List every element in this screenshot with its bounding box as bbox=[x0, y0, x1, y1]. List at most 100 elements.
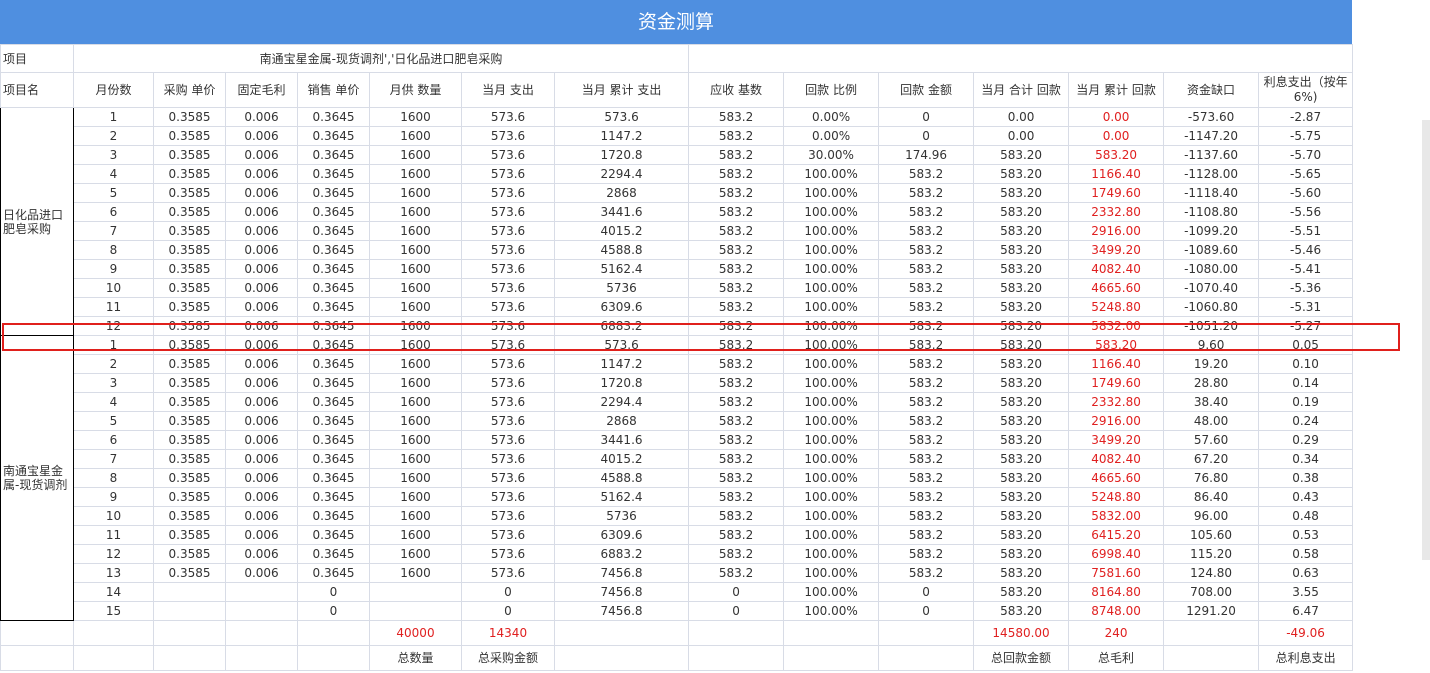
table-cell: 0.00% bbox=[783, 126, 880, 146]
table-row: 9 0.3585 0.006 0.3645 1600 573.6 5162.4 583.2 10… bbox=[1, 487, 1354, 507]
table-row: 4 0.3585 0.006 0.3645 1600 573.6 2294.4 583.2 10… bbox=[1, 392, 1354, 412]
table-row: 7 0.3585 0.006 0.3645 1600 573.6 4015.2 583.2 10… bbox=[1, 221, 1354, 241]
table-cell: 5736 bbox=[553, 506, 690, 526]
column-header: 应收 基数 bbox=[688, 72, 785, 108]
table-cell: -1089.60 bbox=[1163, 240, 1260, 260]
table-cell: 100.00% bbox=[783, 164, 880, 184]
total-labels-row: 总数量 总采购金额 总回款金额 总毛利 总利息支出 bbox=[0, 645, 1354, 671]
table-cell: 583.20 bbox=[973, 164, 1070, 184]
table-cell: 0.29 bbox=[1258, 430, 1354, 450]
table-cell: 0.24 bbox=[1258, 411, 1354, 431]
total-label: 总毛利 bbox=[1068, 645, 1165, 671]
table-cell: 583.2 bbox=[688, 335, 785, 355]
table-cell: 100.00% bbox=[783, 563, 880, 583]
table-cell: 583.2 bbox=[878, 392, 975, 412]
table-cell: 0.63 bbox=[1258, 563, 1354, 583]
table-cell: 0.3585 bbox=[153, 297, 226, 317]
table-cell: 0.43 bbox=[1258, 487, 1354, 507]
table-cell: 0.3645 bbox=[297, 468, 370, 488]
table-cell: 0.006 bbox=[225, 525, 298, 545]
project-value[interactable]: 南通宝星金属-现货调剂','日化品进口肥皂采购 bbox=[72, 44, 690, 73]
table-cell: 6309.6 bbox=[553, 297, 690, 317]
table-cell: -1051.20 bbox=[1163, 316, 1260, 336]
table-cell: 583.2 bbox=[878, 183, 975, 203]
empty-cell bbox=[688, 645, 785, 671]
table-cell: 4015.2 bbox=[553, 449, 690, 469]
table-cell: 0 bbox=[878, 126, 975, 146]
table-cell: 100.00% bbox=[783, 468, 880, 488]
table-cell: 0.3585 bbox=[153, 373, 226, 393]
table-cell: 0.006 bbox=[225, 392, 298, 412]
table-cell: 583.2 bbox=[878, 468, 975, 488]
table-cell: 1 bbox=[73, 335, 154, 355]
table-cell: 0.3645 bbox=[297, 145, 370, 165]
table-cell: 583.20 bbox=[973, 468, 1070, 488]
table-cell: 5736 bbox=[553, 278, 690, 298]
table-cell: 0.006 bbox=[225, 335, 298, 355]
table-cell: 10 bbox=[73, 278, 154, 298]
table-cell: 4665.60 bbox=[1068, 278, 1165, 298]
empty-cell bbox=[553, 620, 690, 646]
table-cell: 5162.4 bbox=[553, 487, 690, 507]
table-cell: 0.3585 bbox=[153, 202, 226, 222]
table-cell: 1600 bbox=[369, 392, 462, 412]
table-cell: -573.60 bbox=[1163, 107, 1260, 127]
table-cell: 573.6 bbox=[553, 107, 690, 127]
table-cell: 2332.80 bbox=[1068, 202, 1165, 222]
table-cell: 0.14 bbox=[1258, 373, 1354, 393]
table-cell: 0.00 bbox=[973, 107, 1070, 127]
table-cell bbox=[225, 582, 298, 602]
table-cell: -5.65 bbox=[1258, 164, 1354, 184]
table-cell: 1600 bbox=[369, 506, 462, 526]
table-cell: 7581.60 bbox=[1068, 563, 1165, 583]
table-cell: 0.38 bbox=[1258, 468, 1354, 488]
table-cell: 583.2 bbox=[688, 316, 785, 336]
table-cell: 1749.60 bbox=[1068, 373, 1165, 393]
table-cell: 1291.20 bbox=[1163, 601, 1260, 621]
table-cell: 573.6 bbox=[461, 278, 555, 298]
table-cell: 1147.2 bbox=[553, 354, 690, 374]
table-cell: 12 bbox=[73, 544, 154, 564]
table-cell: 0 bbox=[297, 601, 370, 621]
empty-cell bbox=[153, 620, 226, 646]
table-cell: 573.6 bbox=[461, 126, 555, 146]
table-cell: 583.20 bbox=[973, 221, 1070, 241]
table-cell: 583.2 bbox=[688, 297, 785, 317]
table-cell: 583.2 bbox=[688, 221, 785, 241]
table-cell: 583.2 bbox=[688, 468, 785, 488]
table-cell: 0.3645 bbox=[297, 259, 370, 279]
table-cell bbox=[225, 601, 298, 621]
table-cell: 0.00 bbox=[973, 126, 1070, 146]
table-cell: 100.00% bbox=[783, 297, 880, 317]
table-cell: 0.3585 bbox=[153, 107, 226, 127]
table-cell: 583.2 bbox=[688, 107, 785, 127]
table-cell: 583.20 bbox=[973, 183, 1070, 203]
table-cell: 5248.80 bbox=[1068, 487, 1165, 507]
column-header: 回款 金额 bbox=[878, 72, 975, 108]
vertical-scrollbar[interactable] bbox=[1422, 120, 1430, 560]
table-cell: 583.2 bbox=[878, 221, 975, 241]
table-cell: 1600 bbox=[369, 221, 462, 241]
table-cell: 3 bbox=[73, 145, 154, 165]
table-cell: 583.2 bbox=[878, 544, 975, 564]
table-cell: 0.006 bbox=[225, 107, 298, 127]
table-cell: 3.55 bbox=[1258, 582, 1354, 602]
table-cell: 0.006 bbox=[225, 411, 298, 431]
table-cell: 583.2 bbox=[878, 259, 975, 279]
table-cell: 583.2 bbox=[688, 278, 785, 298]
table-cell: 8748.00 bbox=[1068, 601, 1165, 621]
table-cell: 1166.40 bbox=[1068, 164, 1165, 184]
table-cell: 1600 bbox=[369, 259, 462, 279]
table-cell: 583.2 bbox=[878, 316, 975, 336]
table-cell: 2 bbox=[73, 354, 154, 374]
column-header: 资金缺口 bbox=[1163, 72, 1260, 108]
table-cell: 0.3585 bbox=[153, 563, 226, 583]
table-cell: 2 bbox=[73, 126, 154, 146]
table-cell: 583.2 bbox=[878, 563, 975, 583]
table-row: 12 0.3585 0.006 0.3645 1600 573.6 6883.2 583.2 1… bbox=[1, 544, 1354, 564]
table-cell: 48.00 bbox=[1163, 411, 1260, 431]
empty-cell bbox=[878, 620, 975, 646]
table-cell: 583.2 bbox=[688, 126, 785, 146]
table-cell: 583.2 bbox=[878, 449, 975, 469]
table-cell: 7 bbox=[73, 449, 154, 469]
